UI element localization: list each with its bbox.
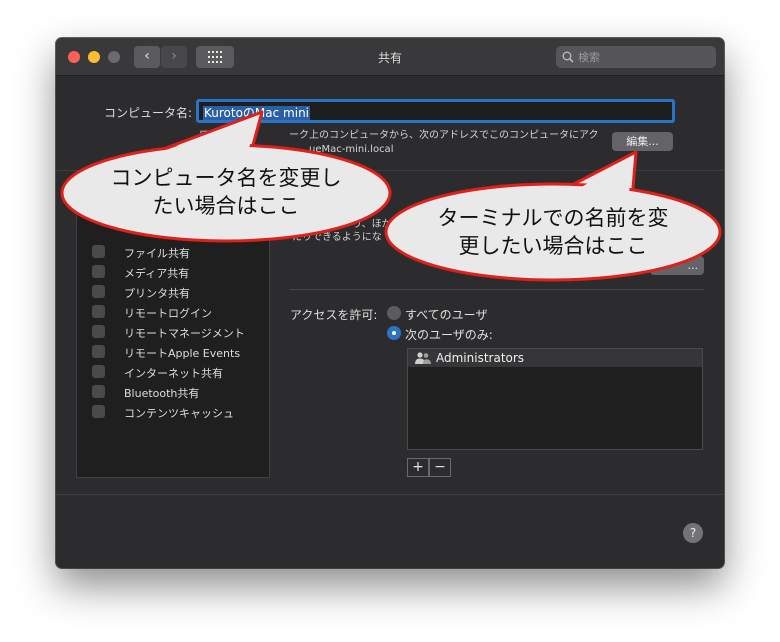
callout-left-text: コンピュータ名を変更し たい場合はここ [76,164,376,220]
callout-left-line2: たい場合はここ [152,194,300,218]
callout-right-text: ターミナルでの名前を変 更したい場合はここ [400,204,706,260]
callout-right-line2: 更したい場合はここ [458,234,648,258]
callout-left-line1: コンピュータ名を変更し [110,166,342,190]
annotation-callouts [60,110,722,282]
callout-right-line1: ターミナルでの名前を変 [437,206,669,230]
